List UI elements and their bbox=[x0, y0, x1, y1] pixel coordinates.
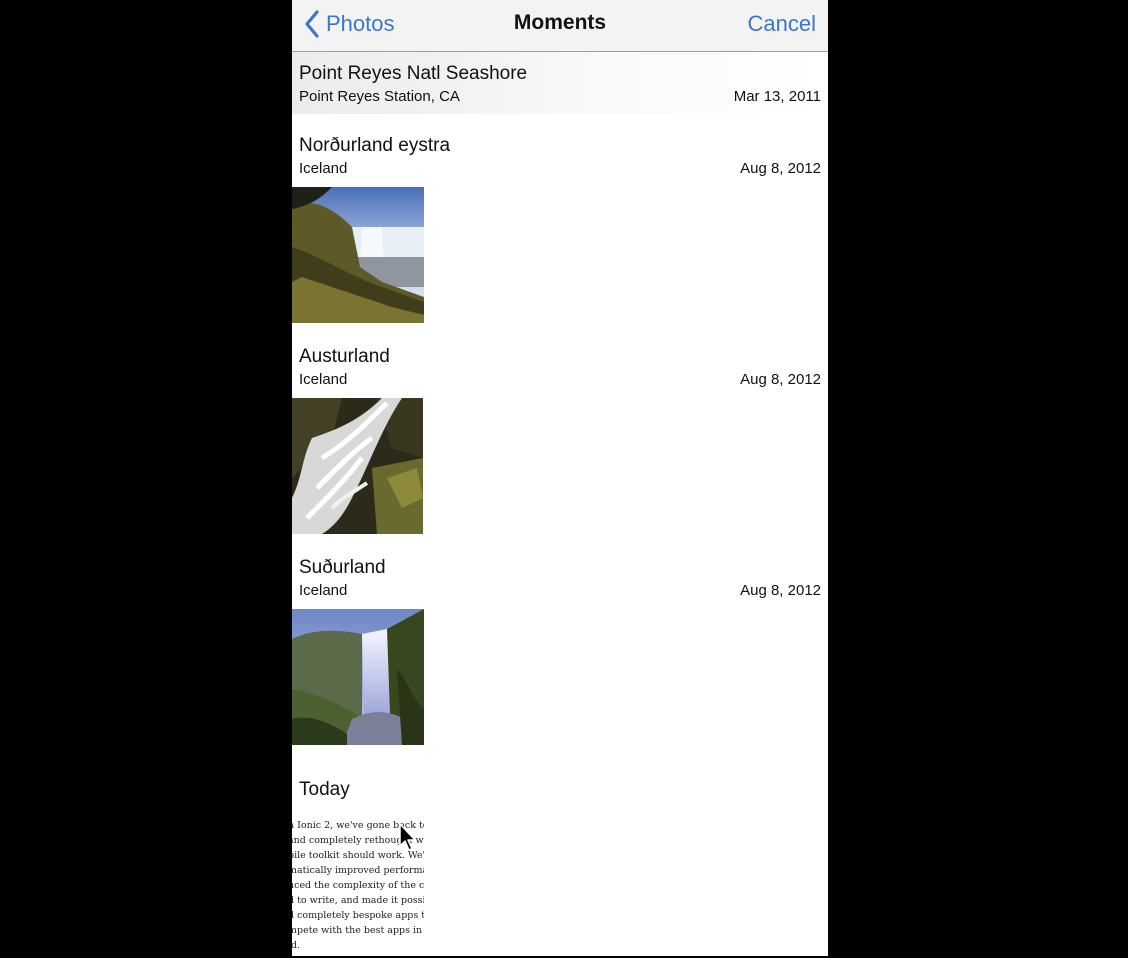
moment-date: Aug 8, 2012 bbox=[740, 371, 821, 388]
navigation-bar: Photos Moments Cancel bbox=[292, 0, 828, 52]
photo-thumbnail[interactable] bbox=[292, 187, 424, 323]
waterfall-photo-icon bbox=[292, 398, 423, 534]
doc-text-line: d to write, and made it possible to bbox=[292, 895, 424, 906]
moment-header[interactable]: Suðurland Iceland Aug 8, 2012 bbox=[292, 546, 828, 608]
today-moment-title: Today bbox=[299, 779, 350, 800]
waterfall-photo-icon bbox=[292, 187, 424, 323]
photo-thumbnail[interactable] bbox=[292, 398, 423, 534]
moment-date: Mar 13, 2011 bbox=[733, 88, 821, 105]
photo-thumbnail[interactable] bbox=[292, 609, 424, 745]
moment-title: Point Reyes Natl Seashore bbox=[299, 63, 528, 84]
doc-text-line: matically improved performance, bbox=[292, 865, 424, 876]
moment-header[interactable]: Point Reyes Natl Seashore Point Reyes St… bbox=[292, 52, 828, 114]
moment-date: Aug 8, 2012 bbox=[740, 582, 821, 599]
moment-date: Aug 8, 2012 bbox=[740, 160, 821, 177]
moment-section: Suðurland Iceland Aug 8, 2012 bbox=[292, 546, 828, 608]
doc-text-line: ld. bbox=[292, 940, 301, 951]
moment-location: Iceland bbox=[299, 371, 348, 388]
moment-title: Suðurland bbox=[299, 557, 386, 578]
doc-text-line: mpete with the best apps in the bbox=[292, 925, 424, 936]
moment-section: Point Reyes Natl Seashore Point Reyes St… bbox=[292, 52, 828, 114]
moment-section: Norðurland eystra Iceland Aug 8, 2012 bbox=[292, 124, 828, 186]
moment-location: Iceland bbox=[299, 160, 348, 177]
moment-location: Iceland bbox=[299, 582, 348, 599]
moment-header[interactable]: Norðurland eystra Iceland Aug 8, 2012 bbox=[292, 124, 828, 186]
arrow-cursor-icon bbox=[398, 822, 418, 857]
moment-title: Norðurland eystra bbox=[299, 135, 451, 156]
moment-header[interactable]: Austurland Iceland Aug 8, 2012 bbox=[292, 335, 828, 397]
doc-text-line: uced the complexity of the code y bbox=[292, 880, 424, 891]
moments-screen: Photos Moments Cancel Point Reyes Natl S… bbox=[292, 0, 828, 956]
cancel-button[interactable]: Cancel bbox=[748, 11, 816, 37]
moment-title: Austurland bbox=[299, 346, 390, 367]
waterfall-photo-icon bbox=[292, 609, 424, 745]
doc-text-line: d completely bespoke apps that bbox=[292, 910, 424, 921]
moment-location: Point Reyes Station, CA bbox=[299, 88, 460, 105]
moment-section: Austurland Iceland Aug 8, 2012 bbox=[292, 335, 828, 397]
